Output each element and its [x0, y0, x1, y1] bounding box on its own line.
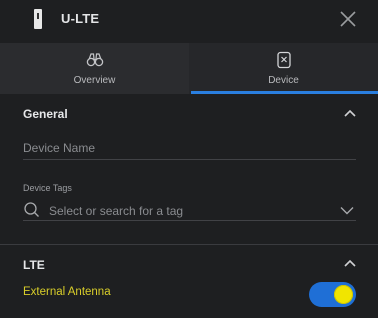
lte-section-title: LTE — [23, 258, 45, 272]
panel-title: U-LTE — [61, 11, 100, 26]
tab-overview[interactable]: Overview — [0, 43, 189, 94]
external-antenna-toggle[interactable] — [309, 282, 356, 307]
chevron-up-icon[interactable] — [344, 109, 356, 117]
toggle-knob — [334, 285, 353, 304]
panel-header: U-LTE — [0, 0, 378, 43]
close-icon[interactable] — [337, 8, 359, 30]
search-icon — [24, 202, 39, 217]
tag-search-underline — [23, 220, 356, 221]
binoculars-icon — [86, 53, 103, 67]
device-tags-label: Device Tags — [23, 183, 72, 193]
tag-search-input[interactable]: Select or search for a tag — [49, 204, 183, 218]
device-x-icon — [276, 51, 291, 69]
tab-device-label: Device — [268, 75, 299, 86]
device-name-underline — [23, 159, 356, 160]
external-antenna-label: External Antenna — [23, 286, 111, 298]
section-divider — [0, 244, 378, 245]
device-icon — [34, 9, 42, 29]
tab-device[interactable]: Device — [189, 43, 378, 94]
chevron-down-icon[interactable] — [340, 206, 354, 215]
chevron-up-icon[interactable] — [344, 259, 356, 267]
general-section-title: General — [23, 107, 68, 121]
tab-overview-label: Overview — [73, 75, 116, 86]
active-tab-indicator — [191, 91, 378, 94]
tab-bar: Overview Device — [0, 43, 378, 94]
device-name-field[interactable]: Device Name — [23, 141, 95, 155]
